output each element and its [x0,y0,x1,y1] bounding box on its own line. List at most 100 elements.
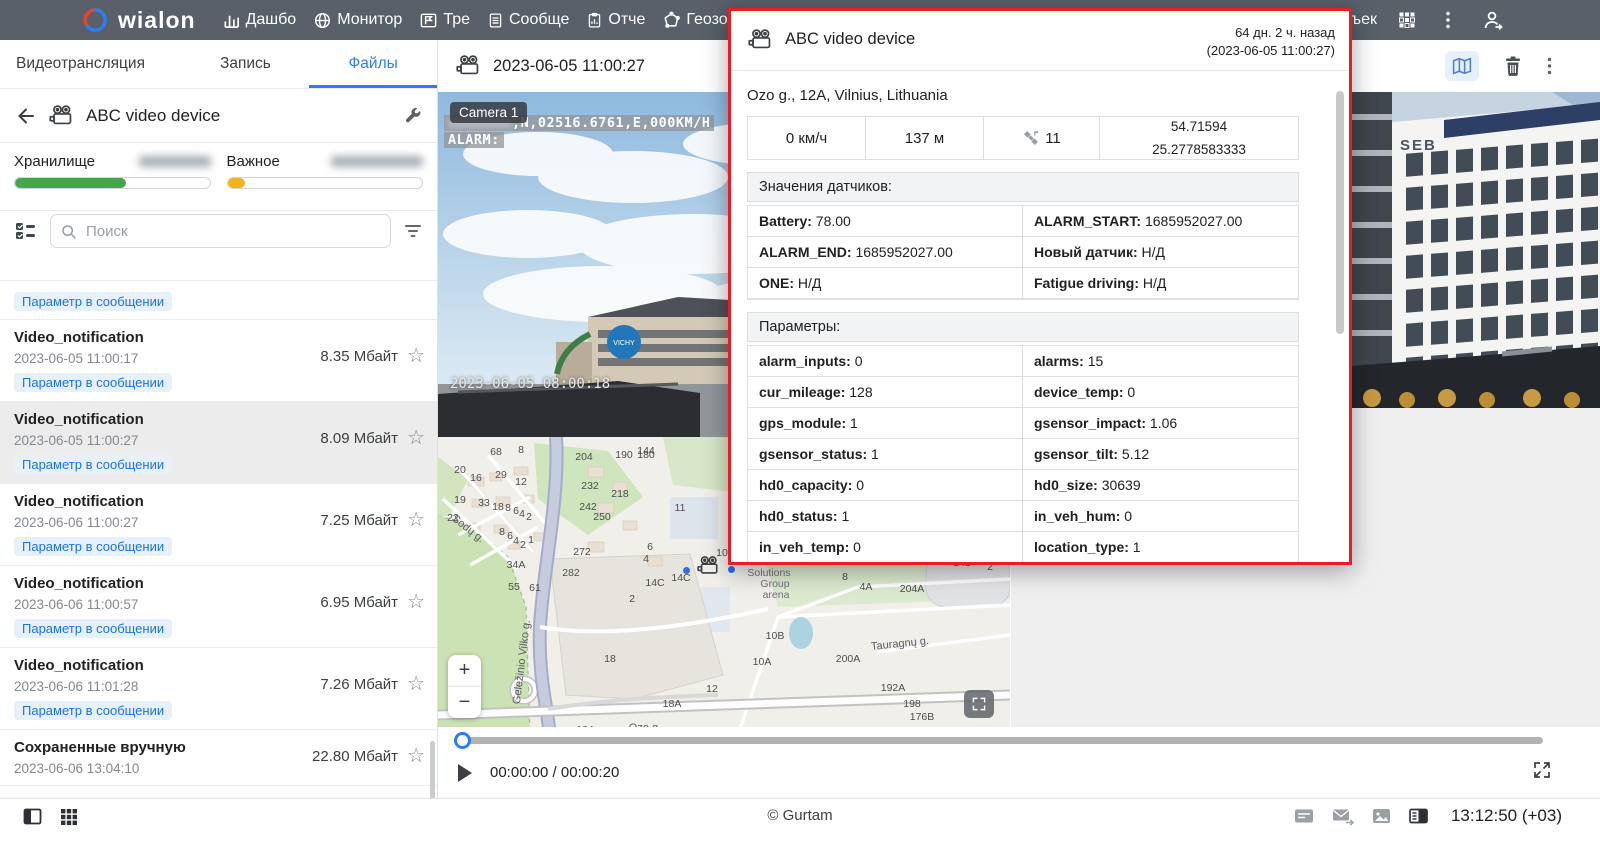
list-scrollbar-thumb[interactable] [430,741,435,799]
map-number-label: 33 [478,497,490,509]
map-number-label: 4 [643,553,649,565]
map-view-button[interactable] [1445,51,1479,81]
file-list-item[interactable]: Параметр в сообщении [0,281,437,320]
map-number-label: 6 [647,541,653,553]
zoom-out-button[interactable]: − [448,687,481,718]
marker-dot-right [728,566,735,573]
building-sign-text: SEB [1400,137,1437,154]
file-list-item[interactable]: Video_notification2023-06-06 11:01:28Пар… [0,648,437,730]
trash-icon[interactable] [1496,51,1530,81]
storage-label: Хранилище [14,153,95,170]
nav-item-messages[interactable]: Сообще [487,11,569,30]
play-button[interactable] [458,764,472,782]
checklist-icon[interactable] [14,220,38,242]
send-message-icon[interactable] [1331,806,1355,826]
dashboard-icon [222,11,241,30]
media-image-icon[interactable] [1371,806,1392,826]
kv-cell: device_temp: 0 [1023,377,1298,408]
tab-recording[interactable]: Запись [182,40,310,88]
map-number-label: 6 [507,530,513,542]
zoom-in-button[interactable]: + [448,655,481,687]
user-icon[interactable] [1481,8,1505,32]
map-expand-button[interactable] [964,690,994,718]
popup-stats-table: 0 км/ч 137 м 11 54.71594 25.2778583333 [747,116,1299,160]
map-number-label: 204A [900,583,925,595]
geofences-icon [662,11,681,30]
file-list-item[interactable]: Video_notification2023-06-05 11:00:17Пар… [0,320,437,402]
map-number-label: 2 [520,539,526,551]
favorite-star-icon[interactable]: ☆ [407,746,425,766]
file-list-item[interactable]: Video_notification2023-06-06 11:00:57Пар… [0,566,437,648]
left-panel: ВидеотрансляцияЗаписьФайлы ABC video dev… [0,40,438,798]
nav-item-geofences[interactable]: Геозо [662,11,727,30]
wialon-logo-text: wialon [118,7,196,34]
nav-right: Объек [1330,0,1505,40]
map-number-label: 198 [903,698,921,710]
favorite-star-icon[interactable]: ☆ [407,674,425,694]
right-panel-kebab-icon[interactable] [1547,57,1552,75]
second-camera-tile[interactable]: SEB [1352,92,1600,408]
popup-scrollbar-thumb[interactable] [1336,91,1344,334]
building-image: SEB [1352,92,1600,408]
camera-name-badge: Camera 1 [450,102,527,123]
navbar-kebab-icon[interactable] [1445,10,1451,30]
search-input[interactable] [84,222,381,241]
favorite-star-icon[interactable]: ☆ [407,592,425,612]
split-view-icon[interactable] [1408,806,1429,826]
player-header-time: 2023-06-05 11:00:27 [493,57,645,76]
map-number-label: 4 [519,508,525,520]
nav-item-dashboard[interactable]: Дашбо [222,11,297,30]
kv-cell: Battery: 78.00 [748,206,1023,237]
kv-cell: ONE: Н/Д [748,268,1023,299]
playback-slider[interactable] [456,737,1543,744]
map-number-label: 180 [637,449,655,461]
important-bar [227,177,424,189]
popup-address: Ozo g., 12A, Vilnius, Lithuania [747,87,1299,104]
map-number-label: 190 [615,449,633,461]
playback-bar: 00:00:00 / 00:00:20 [438,727,1600,798]
map-number-label: 14C [645,577,664,589]
map-number-label: 200A [836,653,861,665]
map-zoom-control: + − [448,655,481,718]
kv-cell: hd0_size: 30639 [1023,470,1298,501]
params-table: alarm_inputs: 0alarms: 15cur_mileage: 12… [747,345,1299,564]
wialon-logo[interactable]: wialon [82,7,196,34]
map-number-label: 218 [611,488,629,500]
map-number-label: 282 [562,567,580,579]
wrench-icon[interactable] [403,106,423,126]
filter-icon[interactable] [403,222,423,240]
satellite-icon [1022,129,1040,147]
map-number-label: 10B [766,630,785,642]
fullscreen-button[interactable] [1532,760,1552,780]
notice-card-icon[interactable] [1293,806,1315,826]
file-list-item[interactable]: Video_notification2023-06-06 11:00:27Пар… [0,484,437,566]
map-number-label: 29 [495,469,507,481]
nav-item-monitoring[interactable]: Монитор [313,11,402,30]
favorite-star-icon[interactable]: ☆ [407,428,425,448]
map-camera-marker[interactable] [696,555,720,577]
apps-grid-icon[interactable] [1397,10,1417,30]
important-value-redacted [331,156,423,167]
file-list-item[interactable]: Сохраненные вручную2023-06-06 13:04:1022… [0,730,437,786]
map-number-label: 61 [529,582,541,594]
stat-altitude: 137 м [866,117,984,159]
wialon-logo-icon [82,7,108,33]
video-device-icon [48,104,74,128]
playback-slider-handle[interactable] [454,732,471,749]
tab-files[interactable]: Файлы [309,40,437,88]
kv-cell: hd0_capacity: 0 [748,470,1023,501]
nav-item-tracks[interactable]: Тре [419,11,470,30]
left-tabs: ВидеотрансляцияЗаписьФайлы [0,40,437,89]
device-header: ABC video device [0,89,437,143]
map-number-label: 204 [575,451,593,463]
favorite-star-icon[interactable]: ☆ [407,510,425,530]
favorite-star-icon[interactable]: ☆ [407,346,425,366]
map-number-label: 19 [454,494,466,506]
tab-live[interactable]: Видеотрансляция [0,40,182,88]
back-arrow-icon[interactable] [14,105,36,127]
popup-last-message-time: 64 дн. 2 ч. назад (2023-06-05 11:00:27) [1207,24,1335,60]
osd-timestamp: 2023-06-05 08:00:18 [450,376,610,392]
popup-header: ABC video device 64 дн. 2 ч. назад (2023… [731,11,1349,71]
nav-item-reports[interactable]: Отче [586,11,645,30]
file-list-item[interactable]: Video_notification2023-06-05 11:00:27Пар… [0,402,437,484]
